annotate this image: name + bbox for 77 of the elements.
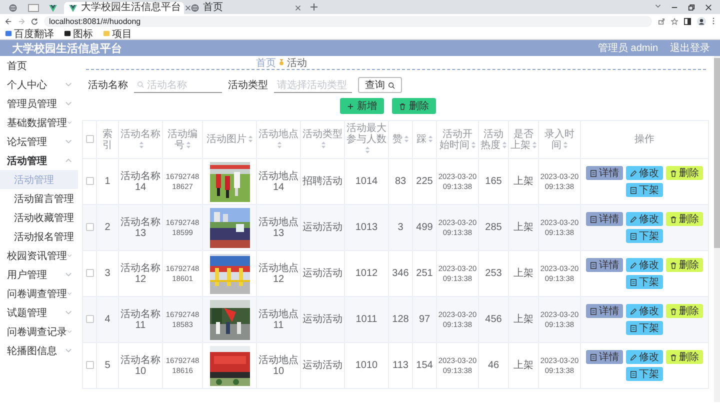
delete-button[interactable]: 删除	[392, 98, 436, 114]
offline-button[interactable]: 下架	[626, 275, 663, 289]
offline-button[interactable]: 下架	[626, 183, 663, 197]
edit-button[interactable]: 修改	[626, 304, 663, 318]
bookmark[interactable]: 百度翻译	[5, 26, 54, 40]
detail-button[interactable]: 详情	[586, 350, 623, 364]
sidebar-item[interactable]: 活动管理	[0, 151, 78, 170]
table-cell: 活动名称10	[118, 342, 162, 388]
edit-button[interactable]: 修改	[626, 166, 663, 180]
browser-tab[interactable]: 首页	[186, 2, 306, 14]
table-cell: 上架	[508, 204, 538, 250]
detail-button[interactable]: 详情	[586, 166, 623, 180]
table-cell: 5	[96, 342, 118, 388]
table-cell: 4	[96, 296, 118, 342]
edit-button[interactable]: 修改	[626, 258, 663, 272]
sidebar-item[interactable]: 问卷调查管理	[0, 284, 78, 303]
sidebar-item[interactable]: 问卷调查记录	[0, 322, 78, 341]
table-cell: 97	[412, 296, 436, 342]
address-bar[interactable]: localhost:8081/#/huodong	[44, 16, 652, 26]
detail-button[interactable]: 详情	[586, 212, 623, 226]
sidebar-item[interactable]: 论坛管理	[0, 132, 78, 151]
delete-button[interactable]: 删除	[666, 350, 703, 364]
app-title: 大学校园生活信息平台	[12, 42, 122, 56]
delete-button[interactable]: 删除	[666, 258, 703, 272]
delete-button[interactable]: 删除	[666, 304, 703, 318]
sidebar-item[interactable]: 校园资讯管理	[0, 246, 78, 265]
table-cell: 499	[412, 204, 436, 250]
delete-button[interactable]: 删除	[666, 166, 703, 180]
sidebar-item[interactable]: 个人中心	[0, 75, 78, 94]
table-cell: 285	[478, 204, 508, 250]
sidebar-subitem[interactable]: 活动收藏管理	[0, 208, 78, 227]
table-cell: 上架	[508, 342, 538, 388]
table-cell: 113	[388, 342, 412, 388]
table-cell: 1011	[344, 296, 388, 342]
sidebar-item[interactable]: 试题管理	[0, 303, 78, 322]
sidebar-item[interactable]: 轮播图信息	[0, 341, 78, 360]
bookmark[interactable]: 项目	[103, 26, 132, 40]
sidebar-item[interactable]: 用户管理	[0, 265, 78, 284]
table-cell: 活动地点10	[256, 342, 300, 388]
column-header: 索引	[96, 120, 118, 158]
table-cell: 活动名称13	[118, 204, 162, 250]
field-label: 活动名称	[88, 79, 128, 92]
table-cell: 3	[388, 204, 412, 250]
bookmark[interactable]: 图标	[64, 26, 93, 40]
table-cell: 运动活动	[300, 204, 344, 250]
add-button[interactable]: 新增	[340, 98, 384, 114]
sidebar-item[interactable]: 基础数据管理	[0, 113, 78, 132]
detail-button[interactable]: 详情	[586, 304, 623, 318]
offline-button[interactable]: 下架	[626, 229, 663, 243]
table-cell: 上架	[508, 296, 538, 342]
table-cell: 活动地点13	[256, 204, 300, 250]
offline-button[interactable]: 下架	[626, 367, 663, 381]
table-cell: 1010	[344, 342, 388, 388]
table-cell: 运动活动	[300, 342, 344, 388]
offline-button[interactable]: 下架	[626, 321, 663, 335]
table-cell: 128	[388, 296, 412, 342]
sidebar-subitem[interactable]: 活动留言管理	[0, 189, 78, 208]
breadcrumb-item: 活动	[287, 56, 307, 70]
table-cell: 46	[478, 342, 508, 388]
table-cell: 456	[478, 296, 508, 342]
detail-button[interactable]: 详情	[586, 258, 623, 272]
edit-button[interactable]: 修改	[626, 350, 663, 364]
column-header: 操作	[580, 120, 708, 158]
table-cell: 2	[96, 204, 118, 250]
field-label: 活动类型	[228, 78, 268, 92]
table-cell: 运动活动	[300, 296, 344, 342]
sidebar-item[interactable]: 首页	[0, 56, 78, 75]
delete-button[interactable]: 删除	[666, 212, 703, 226]
sidebar-item[interactable]: 管理员管理	[0, 94, 78, 113]
edit-button[interactable]: 修改	[626, 212, 663, 226]
user-label: 管理员 admin	[598, 42, 658, 55]
table-cell: 1013	[344, 204, 388, 250]
table-cell: 活动地点11	[256, 296, 300, 342]
sidebar-subitem[interactable]: 活动报名管理	[0, 227, 78, 246]
table-cell: 活动名称11	[118, 296, 162, 342]
query-button[interactable]: 查询	[358, 77, 402, 93]
table-cell: 154	[412, 342, 436, 388]
